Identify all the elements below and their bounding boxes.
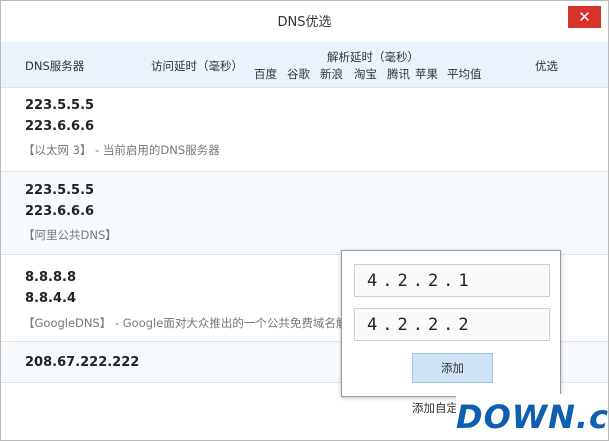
col-site-sina: 新浪 bbox=[320, 67, 343, 81]
secondary-dns: 223.6.6.6 bbox=[25, 204, 95, 219]
dns-row-ethernet[interactable]: 223.5.5.5 223.6.6.6 【以太网 3】 - 当前启用的DNS服务… bbox=[1, 87, 608, 172]
dns-optimize-window: DNS优选 ✕ DNS服务器 访问延时（毫秒） 解析延时（毫秒） 百度 谷歌 新… bbox=[0, 0, 609, 441]
dns-input-2[interactable]: 4.2.2.2 bbox=[354, 308, 550, 341]
col-site-google: 谷歌 bbox=[287, 67, 310, 81]
secondary-dns: 223.6.6.6 bbox=[25, 119, 95, 134]
table-header: DNS服务器 访问延时（毫秒） 解析延时（毫秒） 百度 谷歌 新浪 淘宝 腾讯 … bbox=[1, 42, 608, 88]
close-button[interactable]: ✕ bbox=[568, 6, 601, 28]
secondary-dns: 8.8.4.4 bbox=[25, 291, 76, 306]
primary-dns: 208.67.222.222 bbox=[25, 355, 140, 370]
col-access-latency: 访问延时（毫秒） bbox=[151, 59, 243, 73]
dns-description: 【GoogleDNS】 - Google面对大众推出的一个公共免费域名解析 bbox=[23, 316, 359, 330]
col-resolve-latency: 解析延时（毫秒） bbox=[327, 50, 419, 64]
col-site-tencent: 腾讯 bbox=[387, 67, 410, 81]
col-site-taobao: 淘宝 bbox=[354, 67, 377, 81]
dns-description: 【以太网 3】 - 当前启用的DNS服务器 bbox=[23, 143, 220, 157]
add-custom-dns-link[interactable]: 添加自定 bbox=[412, 400, 458, 416]
title-bar: DNS优选 ✕ bbox=[1, 1, 608, 39]
col-average: 平均值 bbox=[447, 67, 482, 81]
col-site-apple: 苹果 bbox=[415, 67, 438, 81]
col-site-baidu: 百度 bbox=[254, 67, 277, 81]
site-watermark-logo: DOWN.cc bbox=[456, 394, 608, 440]
dns-description: 【阿里公共DNS】 bbox=[23, 228, 117, 242]
custom-dns-popup: 4.2.2.1 4.2.2.2 添加 bbox=[341, 250, 561, 397]
add-button[interactable]: 添加 bbox=[412, 353, 493, 383]
dns-row-alidns[interactable]: 223.5.5.5 223.6.6.6 【阿里公共DNS】 bbox=[1, 172, 608, 255]
window-title: DNS优选 bbox=[277, 15, 332, 30]
col-prefer: 优选 bbox=[535, 59, 558, 73]
primary-dns: 223.5.5.5 bbox=[25, 98, 95, 113]
primary-dns: 223.5.5.5 bbox=[25, 183, 95, 198]
dns-input-1[interactable]: 4.2.2.1 bbox=[354, 264, 550, 297]
primary-dns: 8.8.8.8 bbox=[25, 270, 76, 285]
col-dns-server: DNS服务器 bbox=[25, 59, 85, 73]
close-icon: ✕ bbox=[578, 8, 591, 26]
